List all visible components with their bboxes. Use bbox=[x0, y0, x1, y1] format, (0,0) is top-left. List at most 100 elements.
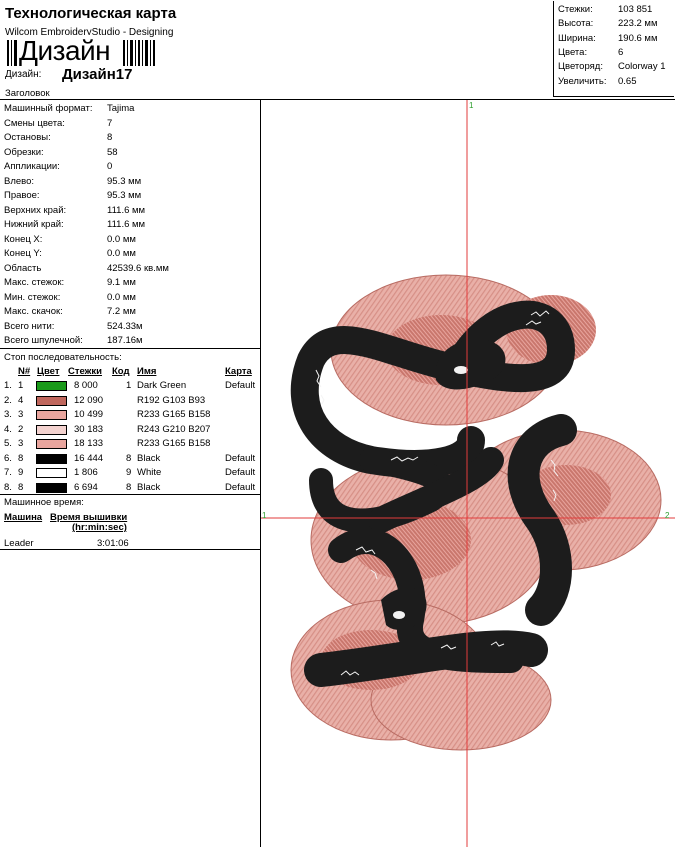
col-n: N# bbox=[18, 366, 31, 377]
seq-needle: 1 bbox=[18, 380, 24, 391]
info-label: Машинный формат: bbox=[4, 103, 93, 114]
info-table: Машинный формат: Tajima Смены цвета: 7 Остан… bbox=[0, 101, 260, 347]
seq-stitches: 8 000 bbox=[74, 380, 98, 391]
stat-label: Цвета: bbox=[558, 46, 588, 58]
col-name: Имя bbox=[137, 366, 157, 377]
info-value: 95.3 мм bbox=[107, 190, 142, 201]
info-value: 0.0 мм bbox=[107, 233, 136, 245]
color-swatch bbox=[36, 439, 67, 449]
info-label: Конец Y: bbox=[4, 248, 42, 259]
stat-label: Цветоряд: bbox=[558, 61, 603, 73]
info-label: Аппликации: bbox=[4, 161, 60, 172]
divider-time bbox=[0, 549, 260, 550]
color-swatch bbox=[36, 424, 67, 435]
color-swatch bbox=[36, 410, 67, 420]
seq-name: Black bbox=[137, 481, 161, 493]
seq-stop: 4. bbox=[4, 423, 12, 435]
stat-value: 103 851 bbox=[618, 4, 653, 15]
stat-value: 6 bbox=[618, 46, 624, 58]
info-value: 95.3 мм bbox=[107, 175, 142, 187]
col-stitches: Стежки bbox=[68, 366, 103, 377]
info-label: Всего нити: bbox=[4, 320, 55, 332]
info-value: 524.33м bbox=[107, 320, 143, 332]
seq-stop: 7. bbox=[4, 467, 12, 478]
machine-time-title: Машинное время: bbox=[4, 497, 84, 508]
seq-stitches: 16 444 bbox=[74, 452, 104, 464]
color-swatch bbox=[36, 482, 67, 493]
seq-stitches: 1 806 bbox=[74, 467, 98, 478]
color-swatch bbox=[36, 381, 67, 391]
info-value: 58 bbox=[107, 146, 118, 158]
info-label: Остановы: bbox=[4, 132, 51, 143]
caption-label: Заголовок bbox=[5, 88, 50, 99]
divider-info bbox=[0, 348, 260, 349]
seq-name: Black bbox=[137, 452, 161, 464]
seq-code: 1 bbox=[126, 380, 132, 391]
col-code: Код bbox=[112, 366, 130, 377]
machine-time: 3:01:06 bbox=[97, 538, 129, 549]
embroidery-image bbox=[261, 100, 675, 847]
design-name: Дизайн17 bbox=[62, 66, 133, 83]
info-value: 42539.6 кв.мм bbox=[107, 262, 169, 274]
info-value: 7.2 мм bbox=[107, 306, 136, 317]
seq-stitches: 6 694 bbox=[74, 481, 98, 493]
color-swatch bbox=[36, 395, 67, 406]
seq-chart: Default bbox=[225, 467, 256, 478]
seq-chart: Default bbox=[225, 452, 256, 464]
axis-label-top: 1 bbox=[469, 101, 474, 110]
info-label: Всего шпулечной: bbox=[4, 335, 83, 346]
stats-box: Стежки: 103 851 Высота: 223.2 мм Ширина: 190.… bbox=[553, 1, 674, 97]
divider-seq bbox=[0, 494, 260, 495]
seq-needle: 3 bbox=[18, 438, 24, 449]
col-time-unit: (hr:min:sec) bbox=[72, 522, 127, 533]
seq-stitches: 30 183 bbox=[74, 423, 104, 435]
info-label: Макс. скачок: bbox=[4, 306, 63, 317]
color-swatch bbox=[36, 453, 67, 464]
seq-name: Dark Green bbox=[137, 380, 187, 391]
info-value: 7 bbox=[107, 117, 113, 129]
info-label: Макс. стежок: bbox=[4, 277, 65, 288]
stat-value: 223.2 мм bbox=[618, 18, 658, 30]
info-label: Обрезки: bbox=[4, 146, 44, 158]
seq-needle: 8 bbox=[18, 452, 24, 464]
info-value: 0.0 мм bbox=[107, 291, 136, 303]
stat-value: 190.6 мм bbox=[618, 32, 658, 44]
seq-code: 9 bbox=[126, 467, 132, 478]
info-value: 187.16м bbox=[107, 335, 143, 346]
info-label: Влево: bbox=[4, 175, 35, 187]
design-preview: 1 1 2 bbox=[261, 100, 675, 847]
info-label: Мин. стежок: bbox=[4, 291, 61, 303]
seq-name: R243 G210 B207 bbox=[137, 423, 211, 435]
barcode-text: Дизайн bbox=[17, 35, 113, 67]
info-value: 8 bbox=[107, 132, 113, 143]
axis-label-left: 1 bbox=[262, 511, 267, 520]
seq-needle: 9 bbox=[18, 467, 24, 478]
col-chart: Карта bbox=[225, 366, 252, 377]
seq-stop: 1. bbox=[4, 380, 12, 391]
stat-label: Стежки: bbox=[558, 4, 593, 15]
seq-stop: 2. bbox=[4, 394, 12, 406]
seq-stitches: 10 499 bbox=[74, 409, 104, 420]
stat-label: Ширина: bbox=[558, 32, 596, 44]
seq-name: White bbox=[137, 467, 162, 478]
seq-name: R192 G103 B93 bbox=[137, 394, 206, 406]
seq-name: R233 G165 B158 bbox=[137, 438, 211, 449]
seq-needle: 4 bbox=[18, 394, 24, 406]
seq-needle: 2 bbox=[18, 423, 24, 435]
info-label: Нижний край: bbox=[4, 219, 64, 230]
seq-stop: 5. bbox=[4, 438, 12, 449]
page-title: Технологическая карта bbox=[5, 5, 177, 22]
info-label: Конец X: bbox=[4, 233, 43, 245]
seq-code: 8 bbox=[126, 481, 132, 493]
seq-stop: 3. bbox=[4, 409, 12, 420]
info-label: Верхних край: bbox=[4, 204, 67, 216]
design-label: Дизайн: bbox=[5, 69, 42, 80]
seq-stop: 8. bbox=[4, 481, 12, 493]
seq-stitches: 18 133 bbox=[74, 438, 104, 449]
seq-code: 8 bbox=[126, 452, 132, 464]
info-value: 9.1 мм bbox=[107, 277, 136, 288]
stat-value: Colorway 1 bbox=[618, 61, 666, 73]
info-label: Правое: bbox=[4, 190, 40, 201]
seq-needle: 3 bbox=[18, 409, 24, 420]
col-machine: Машина bbox=[4, 512, 43, 523]
